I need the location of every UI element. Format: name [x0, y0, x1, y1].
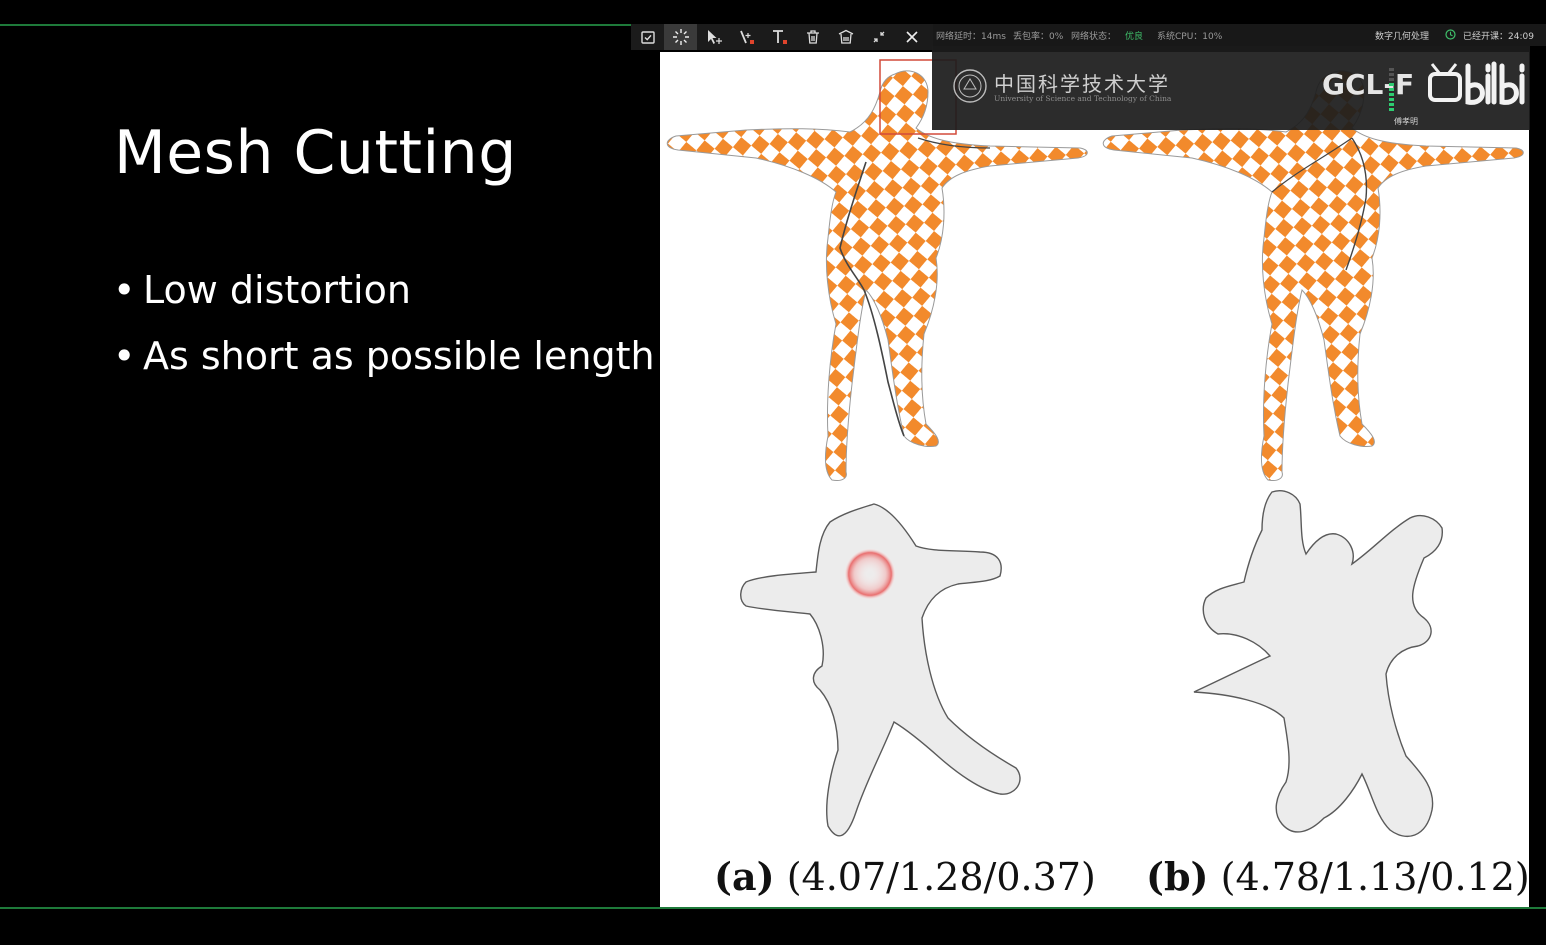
- collapse-button[interactable]: [862, 24, 895, 50]
- mesh-model-b: [1102, 70, 1524, 481]
- bullet-text: Low distortion: [143, 268, 411, 312]
- bilibili-logo: [1428, 61, 1525, 105]
- laser-pointer-icon: [672, 29, 689, 45]
- caption-b: (b) (4.78/1.13/0.12): [1146, 854, 1529, 899]
- bullet-text: As short as possible length: [143, 334, 655, 378]
- clock-icon: [1445, 29, 1456, 40]
- pen-icon: [739, 30, 754, 44]
- bullet-marker: •: [113, 334, 136, 378]
- collapse-icon: [873, 31, 884, 43]
- move-select-icon: [707, 30, 722, 44]
- course-title: 数字几何处理: [1375, 32, 1430, 42]
- bullet-item: • As short as possible length: [113, 334, 655, 378]
- stream-status-bar: 网络延时：14ms 丢包率：0% 网络状态： 优良 系统CPU：10% 数字几何…: [933, 24, 1546, 46]
- lab-label: GCL-F: [1322, 68, 1415, 101]
- snapshot-button[interactable]: [631, 24, 664, 50]
- network-status-value: 优良: [1125, 32, 1144, 42]
- university-name-en: University of Science and Technology of …: [994, 94, 1172, 103]
- top-letterbox: [0, 0, 1546, 24]
- university-name-cn: 中国科学技术大学: [994, 72, 1170, 96]
- figure-panel: (a) (4.07/1.28/0.37) (b) (4.78/1.13/0.12…: [660, 52, 1529, 908]
- pen-button[interactable]: [730, 24, 763, 50]
- annotation-toolbar: [631, 24, 933, 50]
- bullet-marker: •: [113, 268, 136, 312]
- text-button[interactable]: [763, 24, 796, 50]
- network-label: 网络状态：: [1071, 32, 1117, 42]
- mic-level-meter: [1389, 68, 1394, 111]
- packet-loss-text: 丢包率：0%: [1013, 32, 1064, 42]
- broadcast-overlay: 中国科学技术大学 University of Science and Techn…: [932, 46, 1530, 130]
- text-icon: [772, 30, 787, 44]
- bottom-letterbox: [0, 909, 1546, 945]
- elapsed-time: 已经开课：24:09: [1463, 32, 1534, 42]
- latency-text: 网络延时：14ms: [936, 32, 1006, 42]
- clear-all-button[interactable]: [829, 24, 862, 50]
- delete-button[interactable]: [796, 24, 829, 50]
- close-icon: [905, 31, 918, 43]
- caption-label: (b): [1146, 854, 1209, 899]
- move-select-button[interactable]: [697, 24, 730, 50]
- caption-a: (a) (4.07/1.28/0.37): [714, 854, 1096, 899]
- bullet-item: • Low distortion: [113, 268, 411, 312]
- caption-values: (4.07/1.28/0.37): [786, 855, 1096, 899]
- clear-all-icon: [838, 29, 853, 44]
- parameterization-b: [1193, 490, 1443, 838]
- close-button[interactable]: [895, 24, 928, 50]
- figure-illustration: [666, 59, 1524, 838]
- trash-icon: [806, 30, 819, 44]
- slide-title: Mesh Cutting: [114, 118, 517, 188]
- laser-pointer-button[interactable]: [664, 24, 697, 50]
- parameterization-a: [740, 503, 1021, 837]
- university-seal-icon: [953, 69, 987, 103]
- presenter-name: 傅孝明: [1394, 117, 1418, 126]
- cpu-text: 系统CPU：10%: [1157, 32, 1223, 42]
- snapshot-icon: [640, 31, 655, 44]
- caption-values: (4.78/1.13/0.12): [1220, 855, 1529, 899]
- caption-label: (a): [714, 854, 775, 899]
